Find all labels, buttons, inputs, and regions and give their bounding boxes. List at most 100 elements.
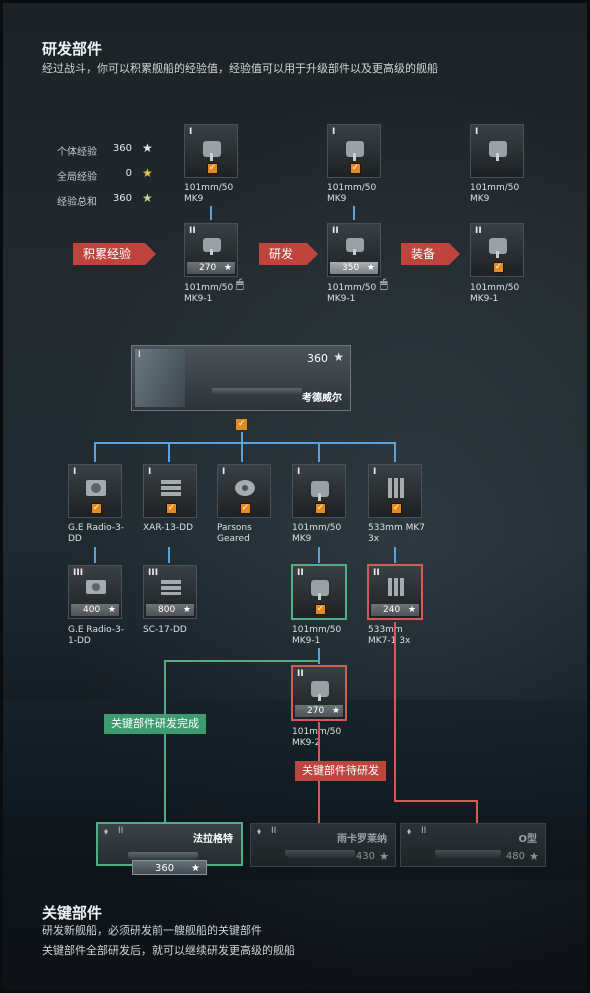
ship-tier: I <box>138 350 141 360</box>
tier-label: II <box>332 226 339 236</box>
individual-xp-value: 360 <box>112 143 132 154</box>
destroyer-class-icon: ⬧ <box>407 827 412 837</box>
tier-label: III <box>148 568 159 578</box>
module-engine-name: Parsons Geared <box>217 523 252 544</box>
tier-label: I <box>373 467 377 477</box>
ship-silhouette-icon <box>212 388 302 396</box>
ship-name: 雨卡罗莱纳 <box>337 834 387 845</box>
connector <box>168 547 170 563</box>
next-ship-o-class[interactable]: ⬧ II O型 480 ★ <box>400 823 546 867</box>
demo1-top-name: 101mm/50 MK9 <box>184 183 234 204</box>
tier-label: I <box>73 467 77 477</box>
module-torpedo-upgrade[interactable]: II 240 ★ <box>367 564 423 620</box>
equipped-check-icon: ✓ <box>236 419 247 430</box>
ship-silhouette-icon <box>285 850 355 858</box>
equipped-check-icon: ✓ <box>207 163 218 174</box>
demo1-module-top: I ✓ <box>184 124 238 178</box>
pending-path <box>394 622 396 802</box>
eagle-emblem-icon <box>135 349 185 407</box>
global-xp-value: 0 <box>125 168 132 179</box>
pending-path <box>394 800 478 802</box>
equipped-check-icon: ✓ <box>91 503 102 514</box>
ship-xp: 430 <box>355 851 375 862</box>
xp-star-icon: ★ <box>142 141 153 155</box>
module-main-gun-upgrade-name: 101mm/50 MK9-1 <box>292 625 342 646</box>
module-fire-control-name: XAR-13-DD <box>143 523 194 533</box>
tier-label: II <box>373 568 380 578</box>
footer-line-2: 关键部件全部研发后，就可以继续研发更高级的舰船 <box>42 944 295 957</box>
module-main-gun-upgrade-2[interactable]: II 270 ★ <box>291 665 347 721</box>
demo1-bottom-name: 101mm/50 MK9-1 <box>184 283 234 304</box>
connector <box>394 442 396 462</box>
pending-path <box>476 800 478 824</box>
key-parts-done-label: 关键部件研发完成 <box>104 714 206 734</box>
connector <box>318 547 320 563</box>
equipped-check-icon: ✓ <box>315 503 326 514</box>
destroyer-class-icon: ⬧ <box>104 827 109 837</box>
done-path <box>164 660 166 824</box>
tier-label: I <box>189 127 193 137</box>
research-cost: 270 ★ <box>187 262 235 274</box>
demo3-module-bottom: II ✓ <box>470 223 524 277</box>
equipped-check-icon: ✓ <box>240 503 251 514</box>
research-cost: 270 ★ <box>295 705 343 717</box>
tier-label: II <box>118 826 124 836</box>
gun-turret-icon <box>203 238 221 255</box>
current-ship-card[interactable]: I 360 ★ 考德威尔 <box>131 345 351 411</box>
module-torpedo[interactable]: I ✓ <box>368 464 422 518</box>
tier-label: II <box>421 826 427 836</box>
demo1-module-bottom[interactable]: II 270 ★ <box>184 223 238 277</box>
equipped-check-icon: ✓ <box>315 604 326 615</box>
radio-icon <box>86 580 106 594</box>
torpedo-tube-icon <box>388 478 404 498</box>
mouse-cursor-icon: 🖱 <box>236 277 244 292</box>
next-ship-south-carolina[interactable]: ⬧ II 雨卡罗莱纳 430 ★ <box>250 823 396 867</box>
gun-turret-icon <box>346 238 364 255</box>
module-main-gun-upgrade[interactable]: II ✓ <box>291 564 347 620</box>
step-research: 研发 <box>259 243 318 265</box>
connector <box>241 432 243 442</box>
demo2-module-bottom[interactable]: II 350 ★ <box>327 223 381 277</box>
next-ship-xp: 360 ★ <box>132 860 207 875</box>
demo3-top-name: 101mm/50 MK9 <box>470 183 520 204</box>
footer-line-1: 研发新舰船，必须研发前一艘舰船的关键部件 <box>42 924 262 937</box>
ship-silhouette-icon <box>128 852 198 860</box>
done-path <box>164 660 320 662</box>
destroyer-class-icon: ⬧ <box>257 827 262 837</box>
demo2-bottom-name: 101mm/50 MK9-1 <box>327 283 377 304</box>
step-equip: 装备 <box>401 243 460 265</box>
key-parts-pending-label: 关键部件待研发 <box>295 761 386 781</box>
module-radio[interactable]: I ✓ <box>68 464 122 518</box>
step-accumulate-xp: 积累经验 <box>73 243 156 265</box>
mouse-cursor-icon: 🖱 <box>380 277 388 292</box>
xp-star-icon: ★ <box>333 350 344 364</box>
research-cost: 350 ★ <box>330 262 378 274</box>
tier-label: II <box>297 568 304 578</box>
torpedo-tube-icon <box>388 578 404 596</box>
gun-turret-icon <box>346 141 364 161</box>
module-radio-upgrade[interactable]: III 400 ★ <box>68 565 122 619</box>
demo2-module-top: I ✓ <box>327 124 381 178</box>
module-fire-control-upgrade-name: SC-17-DD <box>143 625 187 635</box>
global-xp-star-icon: ★ <box>142 166 153 180</box>
gun-turret-icon <box>203 141 221 161</box>
total-xp-value: 360 <box>112 193 132 204</box>
tier-label: I <box>297 467 301 477</box>
pending-path <box>318 800 320 824</box>
gun-turret-icon <box>311 580 329 600</box>
module-torpedo-name: 533mm MK7 3x <box>368 523 425 544</box>
torpedo-rack-icon <box>161 580 181 595</box>
connector <box>168 442 170 462</box>
module-main-gun-upgrade-2-name: 101mm/50 MK9-2 <box>292 727 342 748</box>
connector <box>318 442 320 462</box>
page-subtitle: 经过战斗，你可以积累舰船的经验值，经验值可以用于升级部件以及更高级的舰船 <box>42 62 438 75</box>
global-xp-label: 全局经验 <box>57 172 97 183</box>
xp-star-icon: ★ <box>379 850 389 863</box>
research-cost: 400 ★ <box>71 604 119 616</box>
module-radio-upgrade-name: G.E Radio-3- 1-DD <box>68 625 125 646</box>
module-fire-control-upgrade[interactable]: III 800 ★ <box>143 565 197 619</box>
module-main-gun[interactable]: I ✓ <box>292 464 346 518</box>
module-engine[interactable]: I ✓ <box>217 464 271 518</box>
research-cost: 800 ★ <box>146 604 194 616</box>
module-fire-control[interactable]: I ✓ <box>143 464 197 518</box>
